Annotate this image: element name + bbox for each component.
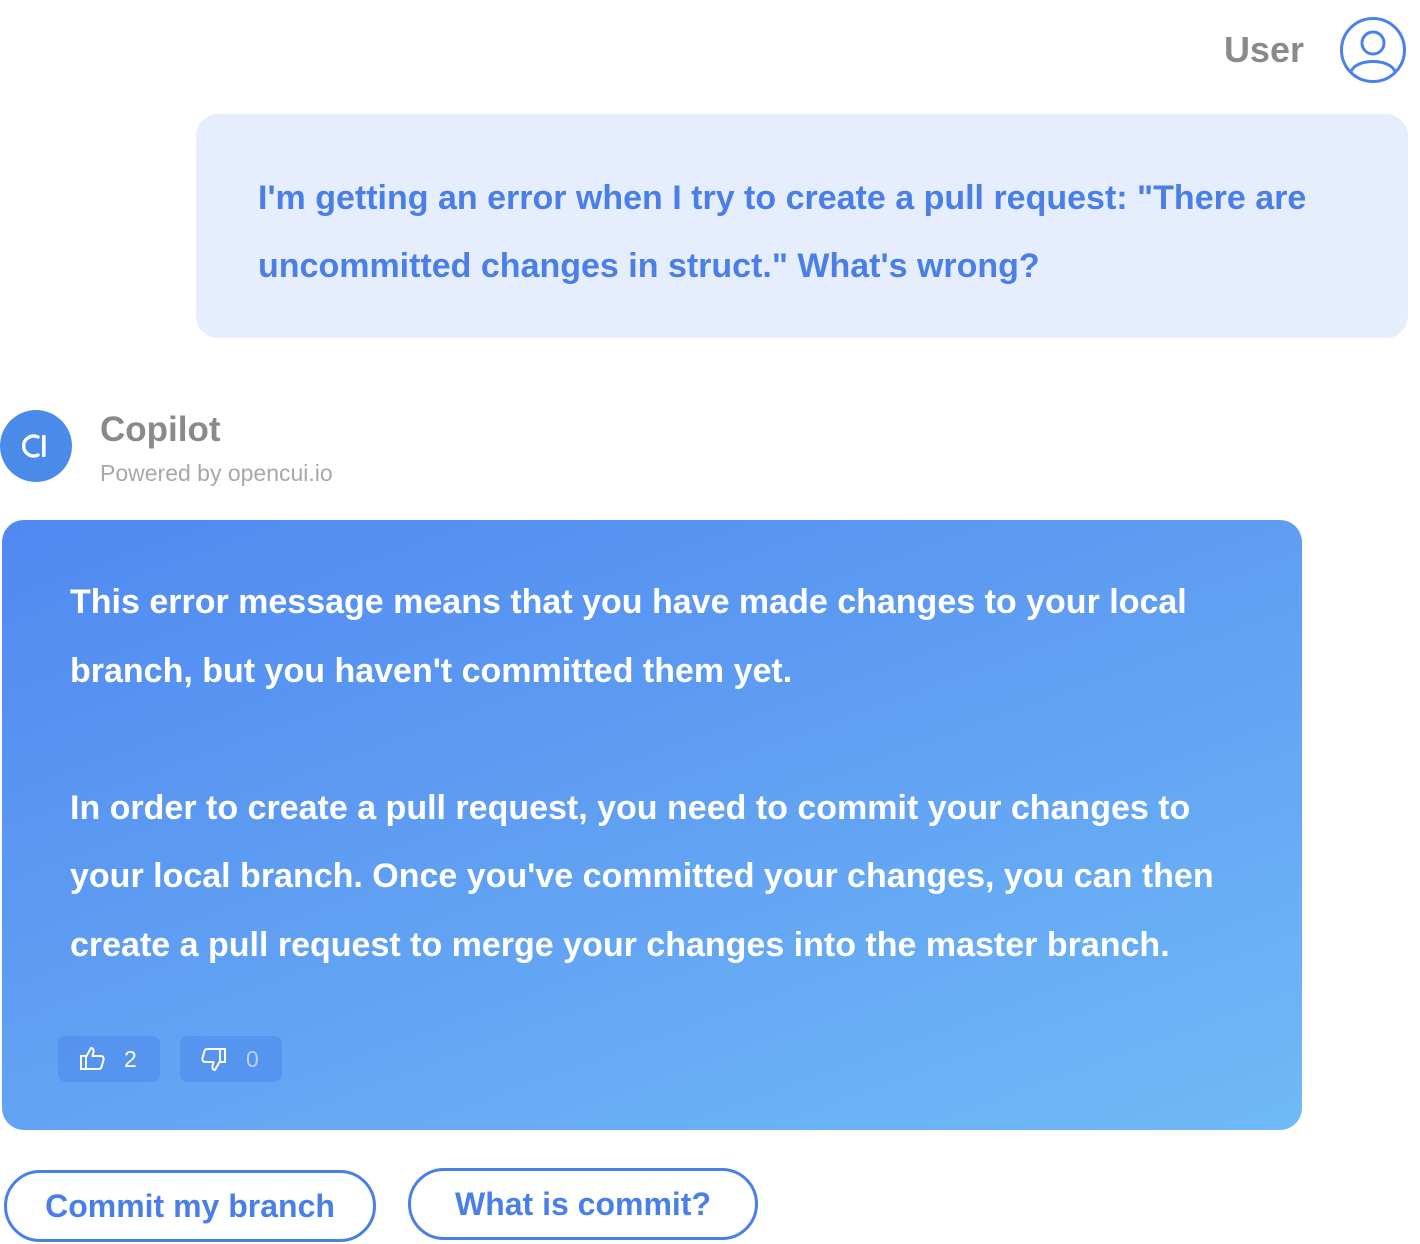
user-message-text: I'm getting an error when I try to creat… xyxy=(258,179,1307,285)
chat-page: User I'm getting an error when I try to … xyxy=(0,0,1420,1244)
suggestion-what-is-commit-button[interactable]: What is commit? xyxy=(408,1168,758,1240)
bot-powered-by: Powered by opencui.io xyxy=(100,460,333,486)
bot-message-bubble: This error message means that you have m… xyxy=(2,520,1302,1130)
user-message-bubble: I'm getting an error when I try to creat… xyxy=(196,114,1408,338)
bot-message-text: This error message means that you have m… xyxy=(70,583,1214,964)
user-avatar[interactable] xyxy=(1340,17,1406,83)
thumbs-up-count: 2 xyxy=(124,1045,137,1072)
suggestion-commit-my-branch-button[interactable]: Commit my branch xyxy=(4,1170,376,1242)
bot-avatar xyxy=(0,410,72,482)
user-header: User xyxy=(1224,14,1406,86)
thumbs-down-count: 0 xyxy=(246,1045,259,1072)
user-name: User xyxy=(1223,29,1304,70)
thumbs-down-icon xyxy=(201,1048,226,1071)
thumbs-up-button[interactable]: 2 xyxy=(58,1036,160,1082)
user-icon xyxy=(1349,30,1397,74)
copilot-logo-icon xyxy=(21,434,46,458)
thumbs-up-icon xyxy=(80,1047,105,1070)
thumbs-down-button[interactable]: 0 xyxy=(180,1036,282,1082)
bot-name: Copilot xyxy=(100,410,221,449)
